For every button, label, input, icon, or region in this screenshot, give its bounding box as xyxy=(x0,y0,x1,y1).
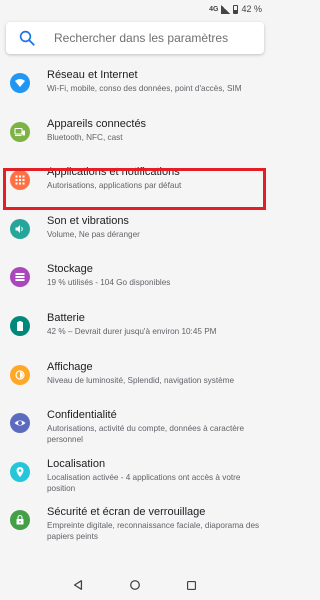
item-subtitle: Niveau de luminosité, Splendid, navigati… xyxy=(47,375,235,385)
settings-item-storage[interactable]: Stockage 19 % utilisés - 104 Go disponibl… xyxy=(0,256,270,305)
recents-icon[interactable] xyxy=(185,578,199,592)
item-title: Affichage xyxy=(47,360,93,373)
settings-item-privacy[interactable]: Confidentialité Autorisations, activité d… xyxy=(0,402,270,451)
devices-icon xyxy=(10,121,30,142)
item-subtitle: 19 % utilisés - 104 Go disponibles xyxy=(47,278,171,288)
lock-icon xyxy=(10,510,30,531)
item-title: Confidentialité xyxy=(47,409,117,422)
search-icon xyxy=(18,29,36,47)
battery-percent: 42 % xyxy=(241,4,262,14)
settings-item-sound[interactable]: Son et vibrations Volume, Ne pas déranger xyxy=(0,208,270,257)
item-title: Applications et notifications xyxy=(47,166,180,179)
network-type: 4G xyxy=(209,5,219,13)
item-subtitle: Wi-Fi, mobile, conso des données, point … xyxy=(47,84,242,93)
settings-item-apps[interactable]: Applications et notifications Autorisatio… xyxy=(0,159,270,208)
item-title: Réseau et Internet xyxy=(47,69,138,81)
status-bar: 4G 42 % xyxy=(0,0,270,18)
item-subtitle: Autorisations, activité du compte, donné… xyxy=(47,424,245,445)
battery-status-icon xyxy=(233,4,239,14)
settings-list: Réseau et Internet Wi-Fi, mobile, conso d… xyxy=(0,62,270,548)
eye-icon xyxy=(10,413,30,434)
item-subtitle: 42 % – Devrait durer jusqu'à environ 10:… xyxy=(47,326,217,336)
item-title: Son et vibrations xyxy=(47,214,129,227)
navigation-bar xyxy=(0,570,270,600)
search-bar[interactable]: Rechercher dans les paramètres xyxy=(6,22,264,54)
item-subtitle: Bluetooth, NFC, cast xyxy=(47,132,123,142)
settings-item-network[interactable]: Réseau et Internet Wi-Fi, mobile, conso d… xyxy=(0,62,270,111)
item-title: Sécurité et écran de verrouillage xyxy=(47,506,206,519)
brightness-icon xyxy=(10,364,30,385)
item-subtitle: Localisation activée - 4 applications on… xyxy=(47,472,241,493)
item-title: Batterie xyxy=(47,311,85,324)
wifi-icon xyxy=(10,73,30,93)
location-icon xyxy=(10,461,30,482)
volume-icon xyxy=(10,218,30,239)
search-placeholder: Rechercher dans les paramètres xyxy=(54,31,229,45)
item-subtitle: Autorisations, applications par défaut xyxy=(47,181,182,191)
item-title: Localisation xyxy=(47,457,106,470)
settings-item-connected-devices[interactable]: Appareils connectés Bluetooth, NFC, cast xyxy=(0,111,270,160)
settings-item-location[interactable]: Localisation Localisation activée - 4 app… xyxy=(0,451,270,500)
settings-item-battery[interactable]: Batterie 42 % – Devrait durer jusqu'à env… xyxy=(0,305,270,354)
home-icon[interactable] xyxy=(128,578,142,592)
storage-icon xyxy=(10,267,30,288)
signal-icon xyxy=(221,4,231,14)
settings-item-security[interactable]: Sécurité et écran de verrouillage Emprein… xyxy=(0,499,270,548)
item-subtitle: Empreinte digitale, reconnaissance facia… xyxy=(47,521,260,542)
apps-icon xyxy=(10,170,30,191)
item-title: Stockage xyxy=(47,263,93,276)
item-subtitle: Volume, Ne pas déranger xyxy=(47,229,140,239)
back-icon[interactable] xyxy=(71,578,85,592)
settings-item-display[interactable]: Affichage Niveau de luminosité, Splendid,… xyxy=(0,354,270,403)
item-title: Appareils connectés xyxy=(47,117,147,130)
battery-icon xyxy=(10,315,30,336)
